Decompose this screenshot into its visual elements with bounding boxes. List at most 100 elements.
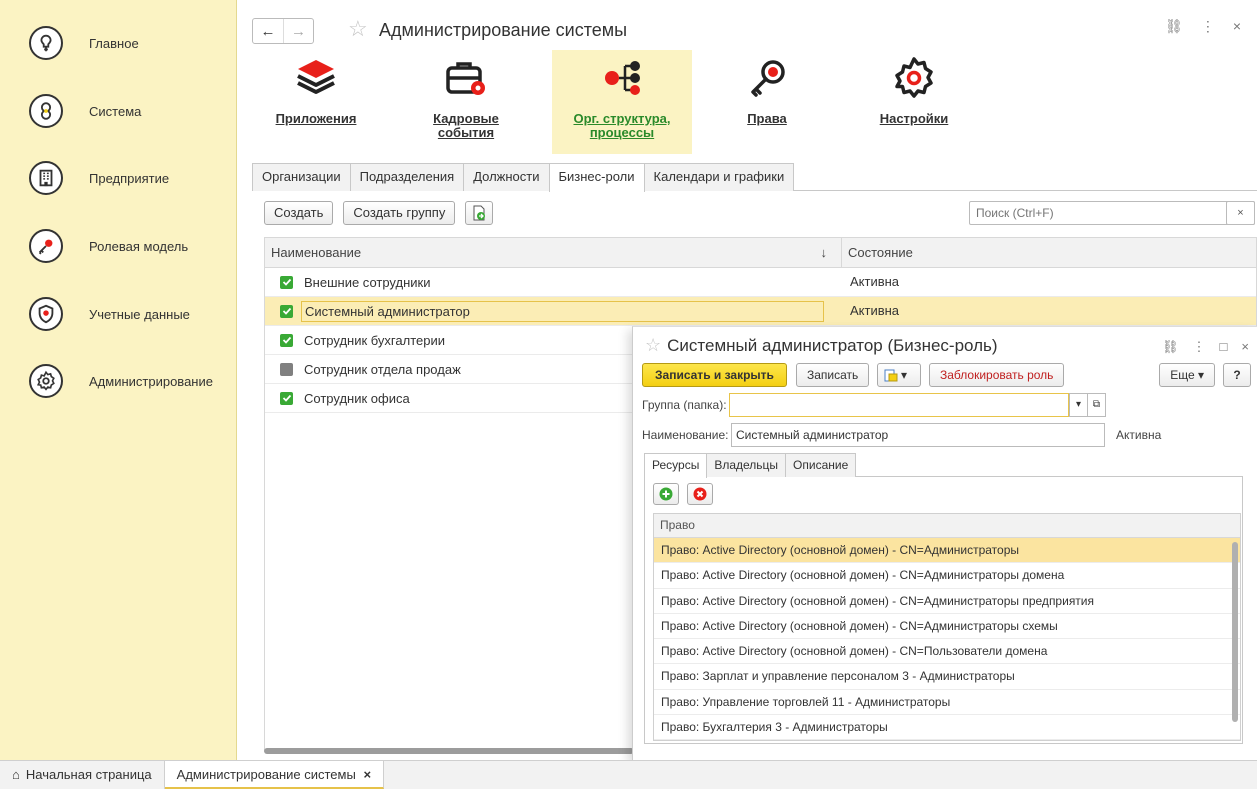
cell-name: Системный администратор: [265, 297, 842, 325]
table-row[interactable]: Право: Active Directory (основной домен)…: [654, 639, 1240, 665]
current-window-tab[interactable]: Администрирование системы ×: [164, 761, 385, 789]
toolbar-item-label: Права: [747, 111, 787, 126]
create-group-button[interactable]: Создать группу: [343, 201, 456, 225]
table-row[interactable]: Право: Active Directory (основной домен)…: [654, 589, 1240, 614]
tab-owners[interactable]: Владельцы: [706, 453, 787, 477]
save-and-close-button[interactable]: Записать и закрыть: [642, 363, 787, 387]
column-right[interactable]: Право: [654, 514, 1240, 538]
name-label: Наименование:: [642, 428, 729, 442]
sort-arrow-icon: ↓: [820, 245, 828, 260]
rights-table-body: Право: Active Directory (основной домен)…: [654, 538, 1240, 740]
more-icon[interactable]: ⋮: [1193, 339, 1206, 355]
role-name: Сотрудник офиса: [304, 390, 410, 406]
tab-positions[interactable]: Должности: [463, 163, 550, 191]
dialog-command-bar: Записать и закрыть Записать ▾ Заблокиров…: [642, 363, 1251, 387]
column-name[interactable]: Наименование ↓: [265, 238, 842, 267]
toolbar-item-rights[interactable]: Права: [722, 50, 812, 154]
search-clear-button[interactable]: ×: [1226, 201, 1255, 225]
vertical-scrollbar[interactable]: [1232, 542, 1238, 722]
forward-button[interactable]: →: [283, 19, 313, 43]
close-icon[interactable]: ×: [1233, 18, 1241, 35]
table-row[interactable]: Право: Active Directory (основной домен)…: [654, 563, 1240, 589]
checkbox-checked-icon[interactable]: [280, 275, 293, 289]
search-input[interactable]: [969, 201, 1255, 225]
table-row[interactable]: Право: Зарплат и управление персоналом 3…: [654, 664, 1240, 690]
tab-calendars[interactable]: Календари и графики: [643, 163, 795, 191]
close-tab-icon[interactable]: ×: [363, 767, 371, 782]
home-page-tab[interactable]: ⌂ Начальная страница: [0, 761, 165, 789]
sidebar: Главное Система Предприятие Ролевая моде…: [0, 0, 237, 760]
tab-resources[interactable]: Ресурсы: [644, 453, 708, 478]
save-button[interactable]: Записать: [796, 363, 870, 387]
toolbar-item-settings[interactable]: Настройки: [864, 50, 964, 154]
role-name: Сотрудник бухгалтерии: [304, 332, 445, 348]
table-header: Наименование ↓ Состояние: [265, 238, 1256, 268]
group-field[interactable]: [729, 393, 1069, 417]
group-open-button[interactable]: ⧉: [1087, 393, 1106, 417]
gear-icon: [29, 364, 63, 398]
title-bar: ← → ☆ Администрирование системы ⛓ ⋮ ×: [238, 0, 1257, 52]
table-row[interactable]: Системный администратор Активна: [265, 297, 1256, 326]
tab-bar: Организации Подразделения Должности Бизн…: [252, 163, 795, 192]
sidebar-item-role-model[interactable]: Ролевая модель: [0, 216, 237, 276]
block-role-button[interactable]: Заблокировать роль: [929, 363, 1065, 387]
more-button[interactable]: Еще ▾: [1159, 363, 1215, 387]
page-title: Администрирование системы: [379, 20, 628, 40]
status-label: Активна: [1116, 428, 1162, 442]
tab-departments[interactable]: Подразделения: [349, 163, 465, 191]
name-field[interactable]: Системный администратор: [731, 423, 1105, 447]
horizontal-scrollbar[interactable]: [264, 748, 634, 754]
export-button[interactable]: [465, 201, 494, 225]
checkbox-unchecked-icon[interactable]: [280, 362, 293, 376]
tab-description[interactable]: Описание: [785, 453, 857, 477]
sidebar-item-main[interactable]: Главное: [0, 13, 237, 73]
toolbar-item-hr-events[interactable]: Кадровые события: [412, 50, 520, 154]
sidebar-item-system[interactable]: Система: [0, 81, 237, 141]
sidebar-item-label: Система: [89, 103, 142, 119]
table-row[interactable]: Право: Active Directory (основной домен)…: [654, 538, 1240, 564]
toolbar-item-applications[interactable]: Приложения: [264, 50, 368, 154]
table-row[interactable]: Право: Active Directory (основной домен)…: [654, 614, 1240, 640]
add-right-button[interactable]: [653, 483, 679, 505]
table-row[interactable]: Право: Управление торговлей 11 - Админис…: [654, 690, 1240, 716]
tab-organizations[interactable]: Организации: [252, 163, 351, 191]
remove-icon: [693, 487, 707, 501]
checkbox-checked-icon[interactable]: [280, 333, 293, 347]
sidebar-item-enterprise[interactable]: Предприятие: [0, 148, 237, 208]
shield-icon: [29, 297, 63, 331]
sidebar-item-label: Администрирование: [89, 373, 213, 389]
group-label: Группа (папка):: [642, 398, 727, 412]
checkbox-checked-icon[interactable]: [280, 304, 293, 318]
close-icon[interactable]: ×: [1241, 339, 1249, 355]
business-role-dialog: ☆ Системный администратор (Бизнес-роль) ⛓…: [632, 326, 1257, 760]
report-button[interactable]: ▾: [877, 363, 921, 387]
sidebar-item-label: Учетные данные: [89, 306, 190, 322]
link-icon[interactable]: ⛓: [1165, 18, 1183, 35]
org-structure-icon: [605, 61, 640, 95]
maximize-icon[interactable]: □: [1220, 339, 1228, 355]
column-state[interactable]: Состояние: [842, 238, 1256, 267]
cell-name: Внешние сотрудники: [265, 268, 842, 296]
sidebar-item-credentials[interactable]: Учетные данные: [0, 284, 237, 344]
group-dropdown-button[interactable]: ▾: [1069, 393, 1088, 417]
sidebar-item-administration[interactable]: Администрирование: [0, 351, 237, 411]
window-controls: ⛓ ⋮ ×: [1165, 18, 1241, 35]
toolbar-item-label: Приложения: [275, 111, 357, 126]
navigation-buttons: ← →: [252, 18, 314, 44]
toolbar-item-label: Настройки: [879, 111, 949, 126]
link-icon[interactable]: ⛓: [1162, 339, 1179, 355]
table-row[interactable]: Право: Бухгалтерия 3 - Администраторы: [654, 715, 1240, 740]
back-button[interactable]: ←: [253, 19, 283, 43]
toolbar-item-org-structure[interactable]: Орг. структура, процессы: [552, 50, 692, 154]
favorite-star-icon[interactable]: ☆: [645, 335, 661, 355]
create-button[interactable]: Создать: [264, 201, 334, 225]
briefcase-gear-icon: [446, 62, 485, 95]
help-button[interactable]: ?: [1223, 363, 1251, 387]
lightbulb-icon: [29, 26, 63, 60]
remove-right-button[interactable]: [687, 483, 713, 505]
checkbox-checked-icon[interactable]: [280, 391, 293, 405]
tab-business-roles[interactable]: Бизнес-роли: [548, 163, 645, 192]
more-icon[interactable]: ⋮: [1201, 18, 1215, 35]
favorite-star-icon[interactable]: ☆: [348, 16, 368, 42]
table-row[interactable]: Внешние сотрудники Активна: [265, 268, 1256, 297]
